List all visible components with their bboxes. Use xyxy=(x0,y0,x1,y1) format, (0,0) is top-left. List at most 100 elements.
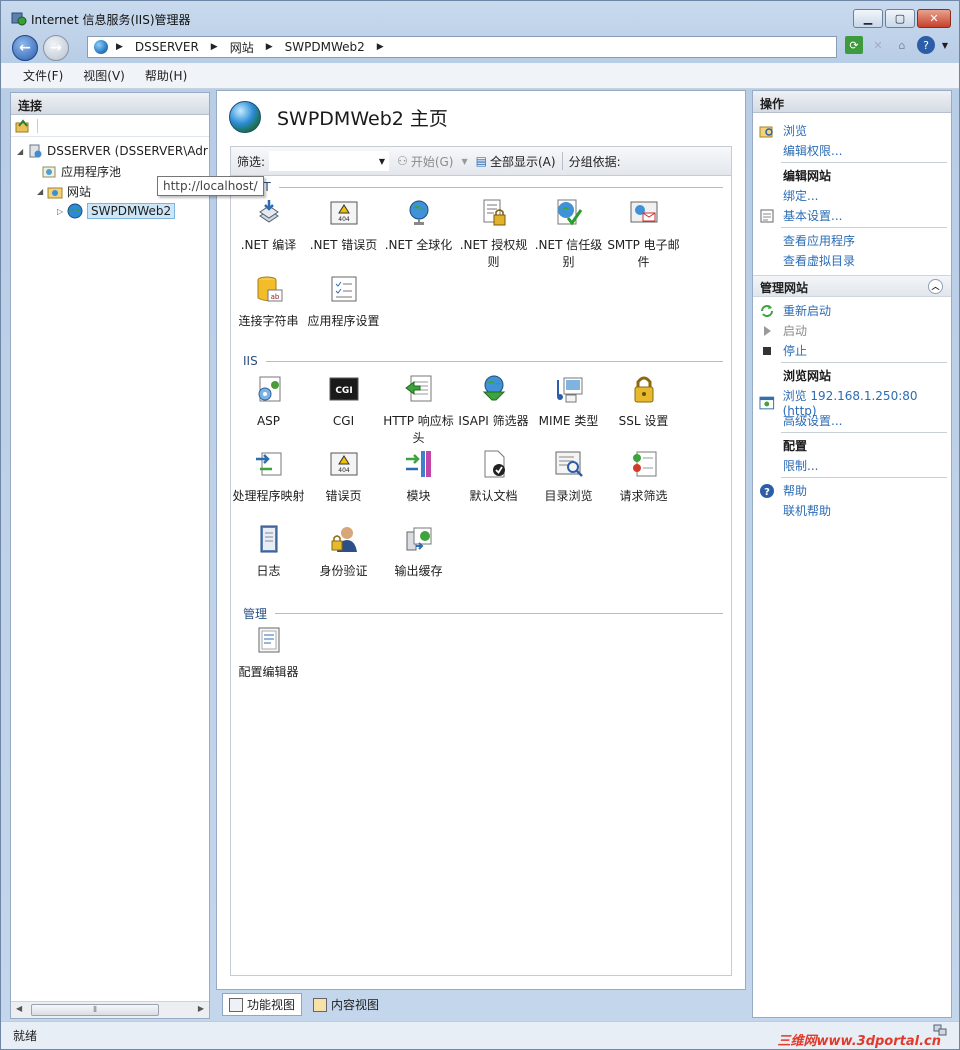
feature-default-document[interactable]: 默认文档 xyxy=(456,449,531,505)
action-label: 高级设置... xyxy=(783,414,843,428)
tree-node-server[interactable]: ◢ DSSERVER (DSSERVER\Adr xyxy=(17,143,208,159)
show-all-button[interactable]: ▤ 全部显示(A) xyxy=(476,153,556,170)
breadcrumb-label: SWPDMWeb2 xyxy=(284,40,365,54)
action-limits[interactable]: 限制... xyxy=(753,457,951,474)
filter-input[interactable]: ▼ xyxy=(269,151,390,171)
tab-features-view[interactable]: 功能视图 xyxy=(222,993,303,1016)
breadcrumb-site[interactable]: ▶ SWPDMWeb2 xyxy=(266,40,365,54)
feature-configuration-editor[interactable]: 配置编辑器 xyxy=(231,625,306,681)
request-filter-icon xyxy=(632,451,656,477)
feature-modules[interactable]: 模块 xyxy=(381,449,456,505)
forward-button[interactable]: → xyxy=(43,35,69,61)
feature-net-error-pages[interactable]: 404 .NET 错误页 xyxy=(306,198,381,254)
feature-logging[interactable]: 日志 xyxy=(231,524,306,580)
feature-app-settings[interactable]: 应用程序设置 xyxy=(306,274,381,330)
home-icon[interactable]: ⌂ xyxy=(893,36,911,54)
group-header-aspnet[interactable]: .NET xyxy=(243,180,723,194)
refresh-icon[interactable]: ⟳ xyxy=(845,36,863,54)
group-header-management[interactable]: 管理 xyxy=(243,605,723,622)
feature-connection-strings[interactable]: ab 连接字符串 xyxy=(231,274,306,330)
breadcrumb-server[interactable]: ▶ DSSERVER xyxy=(116,40,199,54)
tree-node-app-pools[interactable]: 应用程序池 xyxy=(41,163,121,180)
back-button[interactable]: ← xyxy=(12,35,38,61)
navigation-bar: ← → ▶ DSSERVER ▶ 网站 ▶ SWPDMWeb2 ▶ ⟳ ✕ ⌂ ? ▼ xyxy=(1,33,959,61)
database-ab-icon: ab xyxy=(257,276,282,302)
start-dropdown-icon[interactable]: ▼ xyxy=(461,157,467,166)
filter-dropdown-icon[interactable]: ▼ xyxy=(379,157,385,166)
feature-error-pages[interactable]: 404 错误页 xyxy=(306,449,381,505)
action-restart[interactable]: 重新启动 xyxy=(753,302,951,319)
action-advanced-settings[interactable]: 高级设置... xyxy=(753,412,951,429)
feature-authentication[interactable]: 身份验证 xyxy=(306,524,381,580)
action-label: 绑定... xyxy=(783,189,819,203)
feature-label: CGI xyxy=(332,414,355,428)
action-edit-permissions[interactable]: 编辑权限... xyxy=(753,142,951,159)
collapse-arrow-icon[interactable]: ◢ xyxy=(37,187,47,196)
horizontal-scrollbar[interactable]: ◀ ⦀ ▶ xyxy=(11,1001,209,1018)
padlock-icon xyxy=(634,376,653,403)
address-bar[interactable]: ▶ DSSERVER ▶ 网站 ▶ SWPDMWeb2 ▶ xyxy=(87,36,837,58)
site-globe-icon xyxy=(229,101,261,133)
feature-isapi-filters[interactable]: ISAPI 筛选器 xyxy=(456,374,531,430)
tree-node-site[interactable]: ▷ SWPDMWeb2 xyxy=(57,203,176,219)
group-header-iis[interactable]: IIS xyxy=(243,354,723,368)
breadcrumb-sites[interactable]: ▶ 网站 xyxy=(211,39,254,56)
feature-handler-mappings[interactable]: 处理程序映射 xyxy=(231,449,306,505)
user-lock-icon xyxy=(331,527,357,552)
feature-net-globalization[interactable]: .NET 全球化 xyxy=(381,198,456,254)
scrollbar-thumb[interactable]: ⦀ xyxy=(31,1004,159,1016)
feature-http-response-headers[interactable]: HTTP 响应标头 xyxy=(381,374,456,447)
menu-help[interactable]: 帮助(H) xyxy=(145,67,187,84)
action-heading: 编辑网站 xyxy=(783,169,832,183)
tab-content-view[interactable]: 内容视图 xyxy=(306,993,386,1016)
help-icon[interactable]: ? xyxy=(917,36,935,54)
breadcrumb-more[interactable]: ▶ xyxy=(377,42,396,52)
scroll-left-icon[interactable]: ◀ xyxy=(16,1004,22,1013)
tree-node-sites[interactable]: ◢ 网站 xyxy=(37,183,91,200)
menu-file[interactable]: 文件(F) xyxy=(23,67,63,84)
minimize-button[interactable]: ▁ xyxy=(853,9,883,28)
start-filter-button[interactable]: ⚇ 开始(G) xyxy=(397,153,453,170)
feature-ssl-settings[interactable]: SSL 设置 xyxy=(606,374,681,430)
collapse-arrow-icon[interactable]: ◢ xyxy=(17,147,27,156)
feature-mime-types[interactable]: MIME 类型 xyxy=(531,374,606,430)
feature-smtp-email[interactable]: SMTP 电子邮件 xyxy=(606,198,681,271)
feature-output-caching[interactable]: 输出缓存 xyxy=(381,524,456,580)
feature-label: 请求筛选 xyxy=(619,489,668,503)
connect-icon[interactable] xyxy=(15,118,31,134)
feature-cgi[interactable]: CGI CGI xyxy=(306,374,381,430)
action-edit-site-heading: 编辑网站 xyxy=(753,167,951,184)
action-help[interactable]: ? 帮助 xyxy=(753,482,951,499)
expand-arrow-icon[interactable]: ▷ xyxy=(57,207,67,216)
feature-net-compile[interactable]: .NET 编译 xyxy=(231,198,306,254)
action-label: 限制... xyxy=(783,459,819,473)
page-title: SWPDMWeb2 主页 xyxy=(277,107,448,130)
feature-net-trust-levels[interactable]: .NET 信任级别 xyxy=(531,198,606,271)
scroll-right-icon[interactable]: ▶ xyxy=(198,1004,204,1013)
collapse-up-icon[interactable]: ︿ xyxy=(928,279,943,294)
iis-app-icon xyxy=(11,12,27,26)
help-dropdown-icon[interactable]: ▼ xyxy=(941,36,949,54)
feature-asp[interactable]: ASP xyxy=(231,374,306,430)
maximize-button[interactable]: ▢ xyxy=(885,9,915,28)
feature-directory-browsing[interactable]: 目录浏览 xyxy=(531,449,606,505)
action-basic-settings[interactable]: 基本设置... xyxy=(753,207,951,224)
action-stop[interactable]: 停止 xyxy=(753,342,951,359)
close-button[interactable]: ✕ xyxy=(917,9,951,28)
actions-panel: 操作 浏览 编辑权限... 编辑网站 绑定... 基本设置... 查看应用程序 … xyxy=(752,90,952,1018)
action-view-virtual-dirs[interactable]: 查看虚拟目录 xyxy=(753,252,951,269)
action-browse[interactable]: 浏览 xyxy=(753,122,951,139)
menu-view[interactable]: 视图(V) xyxy=(83,67,125,84)
action-online-help[interactable]: 联机帮助 xyxy=(753,502,951,519)
stop-icon[interactable]: ✕ xyxy=(869,36,887,54)
action-start[interactable]: 启动 xyxy=(753,322,951,339)
directory-browse-icon xyxy=(555,451,583,477)
manage-site-section[interactable]: 管理网站 ︿ xyxy=(753,275,951,297)
feature-net-authorization-rules[interactable]: .NET 授权规则 xyxy=(456,198,531,271)
config-editor-icon xyxy=(258,627,279,653)
feature-request-filtering[interactable]: 请求筛选 xyxy=(606,449,681,505)
feature-label: .NET 全球化 xyxy=(384,238,453,252)
action-bindings[interactable]: 绑定... xyxy=(753,187,951,204)
action-view-applications[interactable]: 查看应用程序 xyxy=(753,232,951,249)
action-label: 停止 xyxy=(783,344,808,358)
